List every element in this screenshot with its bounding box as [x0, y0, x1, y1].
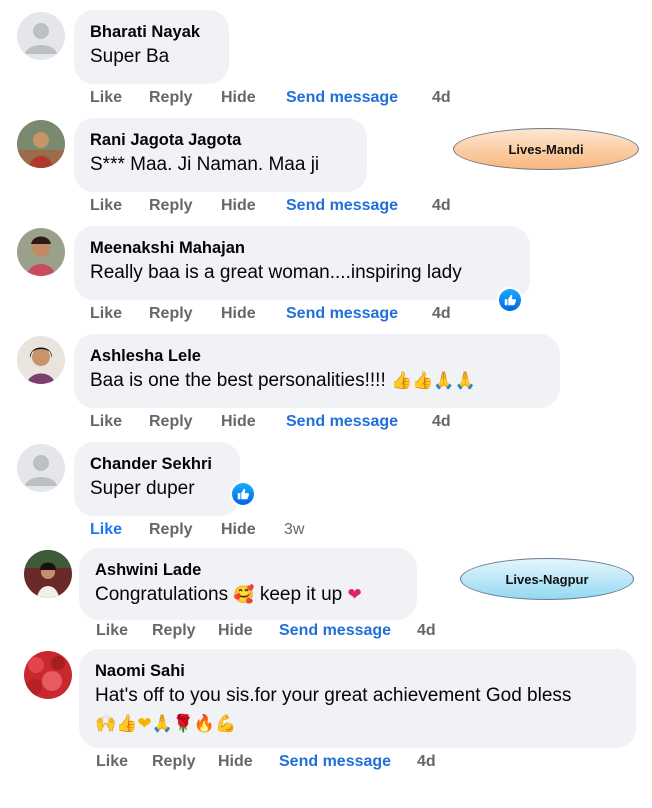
like-action[interactable]: Like [96, 750, 128, 774]
timestamp[interactable]: 4d [432, 302, 451, 326]
comment-text: Really baa is a great woman....inspiring… [90, 262, 462, 283]
profile-photo-icon [17, 120, 65, 168]
comment-text: S*** Maa. Ji Naman. Maa ji [90, 154, 320, 175]
comment-actions: Like Reply Hide Send message 4d [90, 302, 490, 326]
default-avatar-icon [17, 444, 65, 492]
profile-photo-icon [17, 336, 65, 384]
reply-action[interactable]: Reply [149, 302, 193, 326]
profile-photo-icon [17, 228, 65, 276]
hide-action[interactable]: Hide [221, 86, 256, 110]
send-message-action[interactable]: Send message [286, 410, 398, 434]
comment-actions: Like Reply Hide 3w [90, 518, 490, 542]
like-action[interactable]: Like [90, 518, 122, 542]
hide-action[interactable]: Hide [218, 750, 253, 774]
hide-action[interactable]: Hide [221, 302, 256, 326]
avatar[interactable] [17, 336, 65, 384]
comment-actions: Like Reply Hide Send message 4d [90, 410, 490, 434]
comment-text-line: Congratulations 🥰 keep it up ❤ [95, 581, 401, 609]
reply-action[interactable]: Reply [149, 410, 193, 434]
emoji-sequence: 👍👍🙏🙏 [391, 371, 476, 391]
comment-author[interactable]: Bharati Nayak [90, 21, 213, 43]
timestamp[interactable]: 4d [432, 194, 451, 218]
like-action[interactable]: Like [90, 302, 122, 326]
comment-bubble: Ashwini Lade Congratulations 🥰 keep it u… [79, 548, 417, 620]
smiling-face-with-hearts-emoji: 🥰 [233, 585, 255, 605]
like-icon [499, 289, 521, 311]
like-icon [232, 483, 254, 505]
avatar[interactable] [17, 444, 65, 492]
timestamp[interactable]: 4d [432, 410, 451, 434]
timestamp[interactable]: 3w [284, 518, 304, 542]
like-action[interactable]: Like [90, 86, 122, 110]
comment-author[interactable]: Ashwini Lade [95, 559, 401, 581]
avatar[interactable] [17, 120, 65, 168]
comment-actions: Like Reply Hide Send message 4d [90, 194, 490, 218]
comment-text-line: Baa is one the best personalities!!!! 👍👍… [90, 367, 544, 395]
profile-photo-icon [24, 550, 72, 598]
comment-text: Baa is one the best personalities!!!! [90, 370, 386, 391]
annotation-label: Lives-Nagpur [505, 571, 589, 587]
comment-actions: Like Reply Hide Send message 4d [96, 750, 496, 774]
reply-action[interactable]: Reply [149, 518, 193, 542]
annotation-label: Lives-Mandi [508, 141, 584, 157]
hide-action[interactable]: Hide [221, 194, 256, 218]
annotation-lives-mandi: Lives-Mandi [453, 128, 639, 170]
send-message-action[interactable]: Send message [286, 302, 398, 326]
comment-text: Super duper [90, 478, 195, 499]
comment-bubble: Chander Sekhri Super duper [74, 442, 240, 516]
timestamp[interactable]: 4d [432, 86, 451, 110]
send-message-action[interactable]: Send message [279, 750, 391, 774]
comment-author[interactable]: Meenakshi Mahajan [90, 237, 514, 259]
comment-author[interactable]: Rani Jagota Jagota [90, 129, 351, 151]
red-heart-emoji: ❤ [347, 585, 362, 605]
timestamp[interactable]: 4d [417, 750, 436, 774]
comment-bubble: Meenakshi Mahajan Really baa is a great … [74, 226, 530, 300]
comment-text: Super Ba [90, 46, 170, 67]
annotation-lives-nagpur: Lives-Nagpur [460, 558, 634, 600]
like-action[interactable]: Like [90, 194, 122, 218]
comment-actions: Like Reply Hide Send message 4d [96, 619, 496, 643]
reply-action[interactable]: Reply [152, 619, 196, 643]
comment-bubble: Rani Jagota Jagota S*** Maa. Ji Naman. M… [74, 118, 367, 192]
send-message-action[interactable]: Send message [286, 194, 398, 218]
default-avatar-icon [17, 12, 65, 60]
hide-action[interactable]: Hide [218, 619, 253, 643]
avatar[interactable] [24, 550, 72, 598]
comment-text: Hat's off to you sis.for your great achi… [95, 685, 572, 706]
timestamp[interactable]: 4d [417, 619, 436, 643]
reply-action[interactable]: Reply [149, 86, 193, 110]
avatar[interactable] [24, 651, 72, 699]
comment-text-continued: keep it up [259, 584, 343, 605]
emoji-sequence: 🙌👍❤🙏🌹🔥💪 [95, 714, 237, 734]
comment-text: Congratulations [95, 584, 229, 605]
comment-author[interactable]: Chander Sekhri [90, 453, 224, 475]
profile-photo-icon [24, 651, 72, 699]
reply-action[interactable]: Reply [152, 750, 196, 774]
hide-action[interactable]: Hide [221, 518, 256, 542]
send-message-action[interactable]: Send message [279, 619, 391, 643]
like-action[interactable]: Like [96, 619, 128, 643]
comment-bubble: Ashlesha Lele Baa is one the best person… [74, 334, 560, 408]
comment-author[interactable]: Ashlesha Lele [90, 345, 544, 367]
like-action[interactable]: Like [90, 410, 122, 434]
comment-author[interactable]: Naomi Sahi [95, 660, 620, 682]
avatar[interactable] [17, 228, 65, 276]
reply-action[interactable]: Reply [149, 194, 193, 218]
hide-action[interactable]: Hide [221, 410, 256, 434]
like-reaction-badge[interactable] [497, 287, 523, 313]
comment-actions: Like Reply Hide Send message 4d [90, 86, 490, 110]
send-message-action[interactable]: Send message [286, 86, 398, 110]
comment-bubble: Bharati Nayak Super Ba [74, 10, 229, 84]
like-reaction-badge[interactable] [230, 481, 256, 507]
avatar[interactable] [17, 12, 65, 60]
comment-bubble: Naomi Sahi Hat's off to you sis.for your… [79, 649, 636, 748]
